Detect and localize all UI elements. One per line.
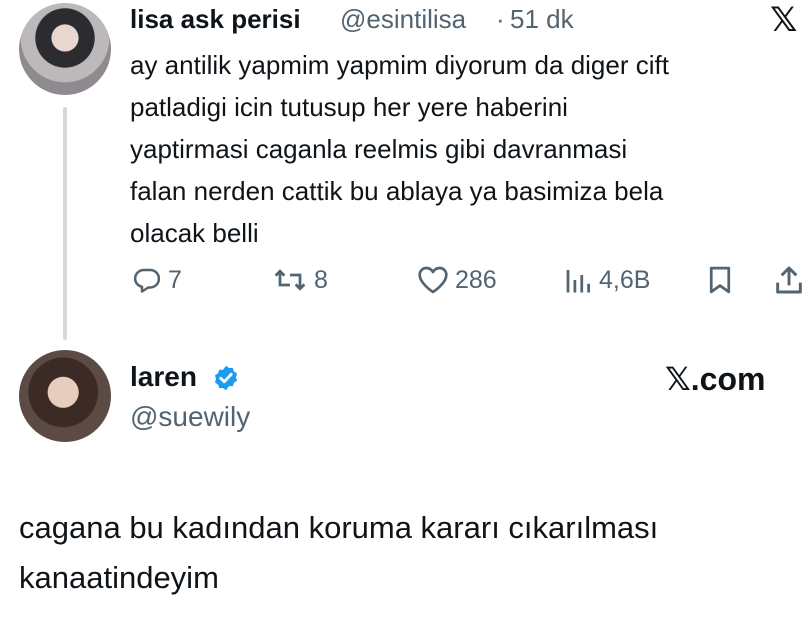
tweet-text: ay antilik yapmim yapmim diyorum da dige… bbox=[130, 44, 802, 254]
views-button[interactable]: 4,6B bbox=[563, 262, 650, 298]
tweet-text-line: patladigi icin tutusup her yere haberini bbox=[130, 92, 568, 122]
tweet-text-line: ay antilik yapmim yapmim diyorum da dige… bbox=[130, 50, 669, 80]
avatar[interactable] bbox=[19, 350, 111, 442]
bookmark-button[interactable] bbox=[705, 262, 735, 298]
retweet-button[interactable]: 8 bbox=[272, 262, 328, 298]
tweet-text-line: olacak belli bbox=[130, 218, 259, 248]
bookmark-icon bbox=[709, 266, 731, 294]
tweet-text-line: cagana bu kadından koruma kararı cıkarıl… bbox=[19, 510, 659, 545]
share-icon bbox=[776, 266, 802, 294]
separator-dot: · bbox=[496, 4, 505, 34]
reply-count: 7 bbox=[168, 265, 182, 294]
author-handle[interactable]: @suewily bbox=[130, 400, 250, 434]
author-name[interactable]: laren bbox=[130, 360, 197, 394]
tweet-text-line: yaptirmasi caganla reelmis gibi davranma… bbox=[130, 134, 628, 164]
tweet-text-line: kanaatindeyim bbox=[19, 560, 219, 595]
reply-button[interactable]: 7 bbox=[132, 262, 182, 298]
verified-badge-icon bbox=[214, 365, 238, 391]
like-count: 286 bbox=[455, 265, 497, 294]
x-com-label: 𝕏.com bbox=[665, 361, 766, 397]
retweet-icon bbox=[274, 269, 306, 291]
tweet-text: cagana bu kadından koruma kararı cıkarıl… bbox=[19, 503, 799, 603]
author-name[interactable]: lisa ask perisi bbox=[130, 4, 301, 34]
tweet-text-line: falan nerden cattik bu ablaya ya basimiz… bbox=[130, 176, 664, 206]
thread-connector-line bbox=[63, 107, 67, 340]
heart-icon bbox=[418, 266, 448, 294]
x-logo-icon: 𝕏 bbox=[770, 1, 798, 39]
like-button[interactable]: 286 bbox=[417, 262, 497, 298]
author-handle[interactable]: @esintilisa bbox=[340, 4, 466, 34]
reply-icon bbox=[133, 268, 161, 293]
views-count: 4,6B bbox=[599, 265, 651, 294]
retweet-count: 8 bbox=[314, 265, 328, 294]
views-icon bbox=[566, 270, 590, 293]
share-button[interactable] bbox=[773, 262, 805, 298]
avatar[interactable] bbox=[19, 3, 111, 95]
timestamp[interactable]: 51 dk bbox=[510, 4, 574, 34]
